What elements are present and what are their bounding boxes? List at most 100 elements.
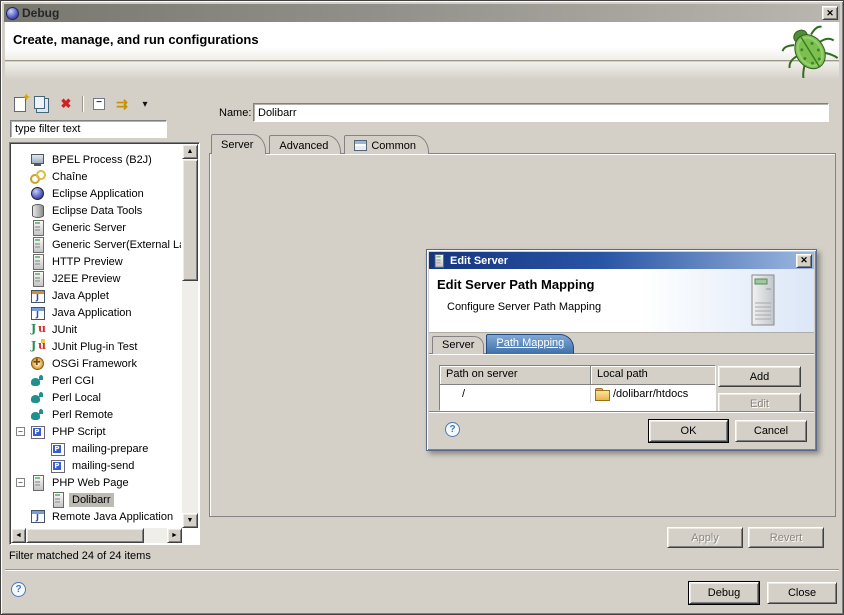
dialog-tab-path-mapping[interactable]: Path Mapping xyxy=(486,334,574,354)
banner: Create, manage, and run configurations xyxy=(5,22,839,61)
banner-gradient-strip xyxy=(5,62,839,80)
remote-java-icon xyxy=(30,508,45,523)
dialog-close-icon[interactable] xyxy=(796,254,812,268)
eclipse-logo-icon xyxy=(6,7,19,20)
dialog-button-bar: ? OK Cancel xyxy=(429,411,814,448)
tree-item-junit-plug-in-test[interactable]: JUnit Plug-in Test xyxy=(12,338,181,355)
java-applet-icon xyxy=(30,288,45,303)
horizontal-scroll-thumb[interactable] xyxy=(26,528,144,543)
scroll-left-icon[interactable]: ◄ xyxy=(11,528,26,543)
help-icon[interactable]: ? xyxy=(445,422,460,437)
tree-item-eclipse-application[interactable]: Eclipse Application xyxy=(12,185,181,202)
tree-expander-icon[interactable]: − xyxy=(16,478,25,487)
close-button[interactable]: Close xyxy=(767,582,837,604)
path-mapping-table[interactable]: Path on server Local path / /dolibarr/ht… xyxy=(439,365,716,411)
tree-item-perl-remote[interactable]: Perl Remote xyxy=(12,406,181,423)
cell-server-path: / xyxy=(440,385,591,403)
dialog-header: Edit Server Path Mapping Configure Serve… xyxy=(429,269,814,333)
tab-common[interactable]: Common xyxy=(344,135,429,154)
server-icon xyxy=(30,254,45,269)
tree-item-mailing-send[interactable]: mailing-send xyxy=(12,457,181,474)
dialog-title: Edit Server xyxy=(450,255,508,267)
config-tree: BPEL Process (B2J)ChaîneEclipse Applicat… xyxy=(12,145,181,527)
scroll-right-icon[interactable]: ► xyxy=(167,528,182,543)
name-input[interactable] xyxy=(254,104,828,121)
table-row[interactable]: / /dolibarr/htdocs xyxy=(440,385,715,403)
filter-input-wrap xyxy=(10,120,167,138)
config-tree-box: BPEL Process (B2J)ChaîneEclipse Applicat… xyxy=(9,142,200,545)
tree-item-bpel-process-b2j[interactable]: BPEL Process (B2J) xyxy=(12,151,181,168)
tree-item-osgi-framework[interactable]: OSGi Framework xyxy=(12,355,181,372)
add-mapping-button[interactable]: Add xyxy=(718,366,801,387)
configs-toolbar xyxy=(11,95,154,113)
server-tower-icon xyxy=(746,273,780,329)
window-close-icon[interactable] xyxy=(822,6,838,20)
tree-item-remote-java-application[interactable]: Remote Java Application xyxy=(12,508,181,525)
tree-item-perl-cgi[interactable]: Perl CGI xyxy=(12,372,181,389)
ok-button[interactable]: OK xyxy=(649,420,728,442)
new-config-icon[interactable] xyxy=(11,95,29,113)
tree-item-generic-server-external-la[interactable]: Generic Server(External La xyxy=(12,236,181,253)
delete-config-icon[interactable] xyxy=(57,95,75,113)
perl-icon xyxy=(30,390,45,405)
tree-horizontal-scrollbar[interactable]: ◄ ► xyxy=(11,528,182,543)
apply-button[interactable]: Apply xyxy=(667,527,743,548)
tree-item-cha-ne[interactable]: Chaîne xyxy=(12,168,181,185)
osgi-icon xyxy=(30,356,45,371)
column-local-path[interactable]: Local path xyxy=(591,366,715,385)
tree-item-junit[interactable]: JUnit xyxy=(12,321,181,338)
perl-icon xyxy=(30,373,45,388)
filter-status-text: Filter matched 24 of 24 items xyxy=(9,550,151,562)
tree-item-php-script[interactable]: −PHP Script xyxy=(12,423,181,440)
filter-configs-icon[interactable] xyxy=(113,95,131,113)
tab-server[interactable]: Server xyxy=(211,134,266,154)
dialog-subheading: Configure Server Path Mapping xyxy=(447,301,601,313)
name-input-wrap xyxy=(253,103,829,122)
config-tabs: Server Advanced Common xyxy=(211,134,432,154)
tab-advanced[interactable]: Advanced xyxy=(269,135,341,154)
revert-button[interactable]: Revert xyxy=(748,527,824,548)
collapse-all-icon[interactable] xyxy=(90,95,108,113)
tree-item-eclipse-data-tools[interactable]: Eclipse Data Tools xyxy=(12,202,181,219)
dialog-tabs: Server Path Mapping xyxy=(432,334,576,354)
java-app-icon xyxy=(30,305,45,320)
toolbar-menu-arrow-icon[interactable] xyxy=(136,95,154,113)
banner-heading: Create, manage, and run configurations xyxy=(13,32,259,47)
tree-item-dolibarr[interactable]: Dolibarr xyxy=(12,491,181,508)
cancel-button[interactable]: Cancel xyxy=(735,420,807,442)
dialog-titlebar: Edit Server xyxy=(429,252,814,269)
debug-configurations-window: Debug Create, manage, and run configurat… xyxy=(0,0,844,615)
junit-plugin-icon xyxy=(30,339,45,354)
server-icon xyxy=(30,475,45,490)
scroll-down-icon[interactable]: ▼ xyxy=(182,513,198,528)
filter-input[interactable] xyxy=(11,121,166,137)
dialog-tab-server[interactable]: Server xyxy=(432,336,484,354)
tree-item-java-applet[interactable]: Java Applet xyxy=(12,287,181,304)
php-icon xyxy=(50,441,65,456)
edit-mapping-button[interactable]: Edit xyxy=(718,393,801,413)
tree-vertical-scrollbar[interactable]: ▲ ▼ xyxy=(182,144,198,528)
tree-item-generic-server[interactable]: Generic Server xyxy=(12,219,181,236)
duplicate-config-icon[interactable] xyxy=(34,95,52,113)
tree-item-java-application[interactable]: Java Application xyxy=(12,304,181,321)
folder-icon xyxy=(595,388,610,400)
tree-item-mailing-prepare[interactable]: mailing-prepare xyxy=(12,440,181,457)
tree-expander-icon[interactable]: − xyxy=(16,427,25,436)
tree-item-http-preview[interactable]: HTTP Preview xyxy=(12,253,181,270)
eclipse-app-icon xyxy=(30,186,45,201)
debug-button[interactable]: Debug xyxy=(689,582,759,604)
tree-item-perl-local[interactable]: Perl Local xyxy=(12,389,181,406)
window-titlebar: Debug xyxy=(4,4,840,22)
tree-item-php-web-page[interactable]: −PHP Web Page xyxy=(12,474,181,491)
server-icon xyxy=(50,492,65,507)
tree-item-j2ee-preview[interactable]: J2EE Preview xyxy=(12,270,181,287)
scroll-up-icon[interactable]: ▲ xyxy=(182,144,198,159)
name-label: Name: xyxy=(219,107,251,119)
server-icon xyxy=(30,237,45,252)
php-icon xyxy=(30,424,45,439)
help-icon[interactable]: ? xyxy=(11,582,26,597)
column-path-on-server[interactable]: Path on server xyxy=(440,366,591,385)
vertical-scroll-thumb[interactable] xyxy=(182,159,198,281)
server-icon xyxy=(30,271,45,286)
database-icon xyxy=(30,203,45,218)
